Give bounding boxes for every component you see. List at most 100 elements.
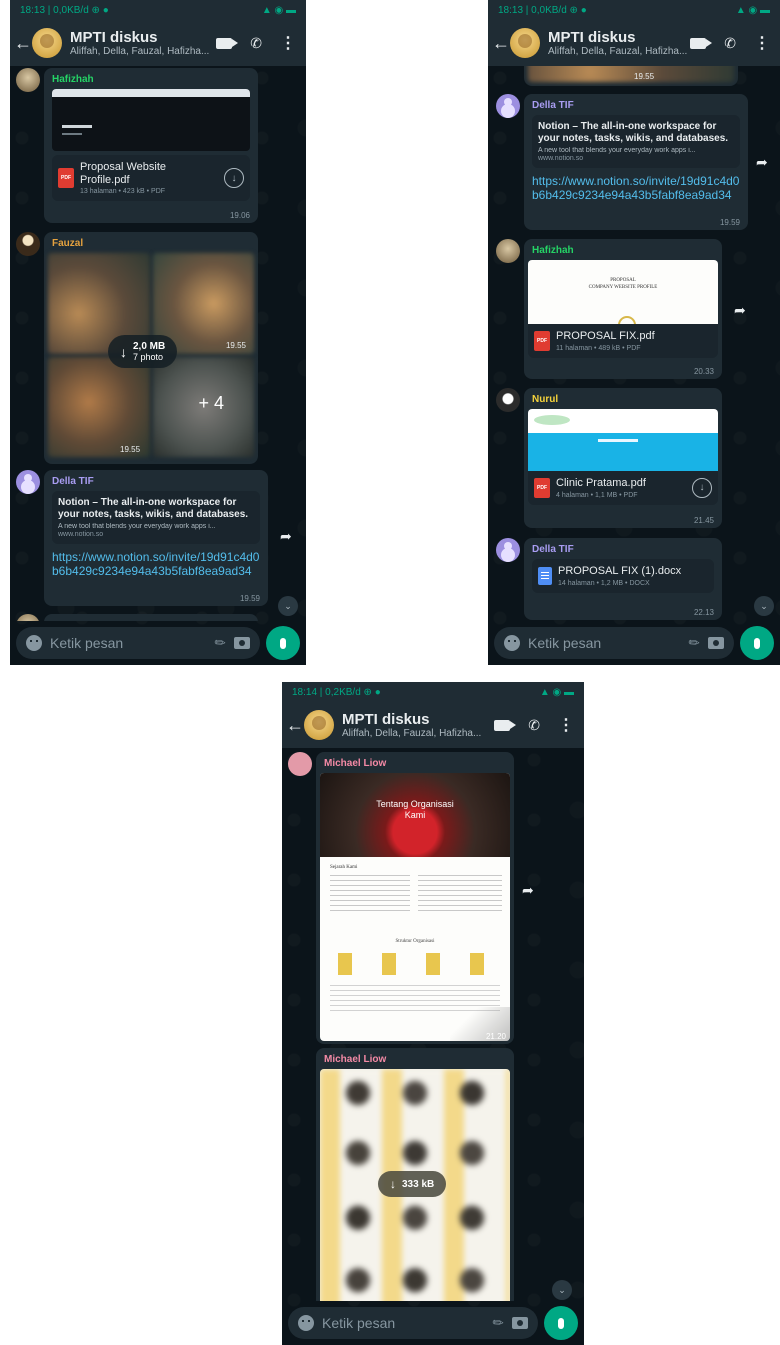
back-arrow-icon[interactable]: ← xyxy=(286,715,304,736)
input-placeholder[interactable]: Ketik pesan xyxy=(322,1315,485,1331)
message-bubble-della-doc[interactable]: Della TIF PROPOSAL FIX (1).docx 14 halam… xyxy=(524,538,722,620)
message-time: 22.13 xyxy=(693,608,714,617)
scroll-down-icon[interactable]: ⌄ xyxy=(278,596,298,616)
sender-name: Fauzal xyxy=(52,238,84,249)
message-list[interactable]: 19.55 Della TIF Notion – The all-in-one … xyxy=(488,66,780,621)
message-bubble-partial[interactable] xyxy=(44,614,258,621)
avatar[interactable] xyxy=(496,388,520,412)
message-list[interactable]: Hafizhah PDF Proposal Website Profile.pd… xyxy=(10,66,306,621)
download-icon[interactable]: ↓ xyxy=(692,477,712,498)
avatar[interactable] xyxy=(16,232,40,256)
avatar[interactable] xyxy=(288,752,312,776)
back-arrow-icon[interactable]: ← xyxy=(492,33,510,54)
video-call-icon[interactable] xyxy=(690,37,713,49)
emoji-icon[interactable] xyxy=(26,635,42,651)
mic-button[interactable] xyxy=(740,626,774,660)
message-bubble-fauzal[interactable]: Fauzal + 4 19.55 19.55 ↓ 2,0 MB 7 photo xyxy=(44,232,258,464)
avatar[interactable] xyxy=(496,538,520,562)
attach-icon[interactable]: ✎ xyxy=(685,633,704,652)
camera-icon[interactable] xyxy=(708,637,724,649)
download-pill[interactable]: ↓ 333 kB xyxy=(378,1171,447,1197)
camera-icon[interactable] xyxy=(512,1317,528,1329)
photo-thumbnail[interactable] xyxy=(528,66,734,82)
avatar[interactable] xyxy=(16,614,40,621)
message-bubble-della[interactable]: Della TIF Notion – The all-in-one worksp… xyxy=(524,94,748,230)
input-placeholder[interactable]: Ketik pesan xyxy=(528,635,681,651)
avatar[interactable] xyxy=(496,239,520,263)
chat-titles[interactable]: MPTI diskus Aliffah, Della, Fauzal, Hafi… xyxy=(70,29,216,57)
camera-icon[interactable] xyxy=(234,637,250,649)
input-bar: Ketik pesan ✎ xyxy=(10,621,306,665)
message-bubble-michael-image[interactable]: Michael Liow ↓ 333 kB xyxy=(316,1048,514,1301)
message-input[interactable]: Ketik pesan ✎ xyxy=(16,627,260,659)
hero-text: Tentang Organisasi Kami xyxy=(376,799,454,820)
avatar[interactable] xyxy=(16,470,40,494)
phone-call-icon[interactable]: ✆ xyxy=(250,35,262,52)
avatar[interactable] xyxy=(16,68,40,92)
avatar[interactable] xyxy=(496,94,520,118)
chat-title: MPTI diskus xyxy=(548,29,636,46)
message-list[interactable]: Michael Liow Tentang Organisasi Kami Sej… xyxy=(282,748,584,1301)
message-time: 21.45 xyxy=(693,516,714,525)
document-preview[interactable]: PROPOSAL COMPANY WEBSITE PROFILE xyxy=(528,260,718,324)
document-card[interactable]: PROPOSAL FIX (1).docx 14 halaman • 1,2 M… xyxy=(532,559,714,593)
download-icon[interactable]: ↓ xyxy=(224,168,244,189)
message-link[interactable]: https://www.notion.so/invite/19d91c4d0b6… xyxy=(532,174,740,203)
photo-album[interactable]: + 4 19.55 19.55 ↓ 2,0 MB 7 photo xyxy=(48,253,254,457)
mic-button[interactable] xyxy=(266,626,300,660)
link-preview[interactable]: Notion – The all-in-one workspace for yo… xyxy=(532,115,740,168)
message-bubble-della[interactable]: Della TIF Notion – The all-in-one worksp… xyxy=(44,470,268,606)
document-preview[interactable] xyxy=(52,89,250,151)
website-screenshot[interactable]: Tentang Organisasi Kami Sejarah Kami Str… xyxy=(320,773,510,1041)
sender-name: Della TIF xyxy=(532,100,574,111)
status-icons: ▲ ◉ ▬ xyxy=(735,4,770,16)
group-avatar[interactable] xyxy=(32,28,62,58)
attach-icon[interactable]: ✎ xyxy=(489,1313,508,1332)
message-input[interactable]: Ketik pesan ✎ xyxy=(494,627,734,659)
forward-icon[interactable]: ➦ xyxy=(734,302,746,319)
forward-icon[interactable]: ➦ xyxy=(756,154,768,171)
document-card[interactable]: PDF PROPOSAL FIX.pdf 11 halaman • 489 kB… xyxy=(528,324,718,358)
phone-call-icon[interactable]: ✆ xyxy=(528,717,540,734)
group-avatar[interactable] xyxy=(304,710,334,740)
back-arrow-icon[interactable]: ← xyxy=(14,33,32,54)
chat-titles[interactable]: MPTI diskus Aliffah, Della, Fauzal, Hafi… xyxy=(342,711,494,739)
blurred-image[interactable]: ↓ 333 kB xyxy=(320,1069,510,1301)
download-pill[interactable]: ↓ 2,0 MB 7 photo xyxy=(108,335,178,368)
emoji-icon[interactable] xyxy=(298,1315,314,1331)
input-bar: Ketik pesan ✎ xyxy=(282,1301,584,1345)
message-link[interactable]: https://www.notion.so/invite/19d91c4d0b6… xyxy=(52,550,260,579)
group-avatar[interactable] xyxy=(510,28,540,58)
link-preview[interactable]: Notion – The all-in-one workspace for yo… xyxy=(52,491,260,544)
message-input[interactable]: Ketik pesan ✎ xyxy=(288,1307,538,1339)
more-options-icon[interactable]: ⋮ xyxy=(754,33,770,53)
document-preview[interactable] xyxy=(528,409,718,471)
message-bubble-michael[interactable]: Michael Liow Tentang Organisasi Kami Sej… xyxy=(316,752,514,1044)
mic-button[interactable] xyxy=(544,1306,578,1340)
input-placeholder[interactable]: Ketik pesan xyxy=(50,635,207,651)
chat-titles[interactable]: MPTI diskus Aliffah, Della, Fauzal, Hafi… xyxy=(548,29,690,57)
video-call-icon[interactable] xyxy=(494,719,517,731)
team-title: Struktur Organisasi xyxy=(395,939,435,944)
more-options-icon[interactable]: ⋮ xyxy=(280,33,296,53)
forward-icon[interactable]: ➦ xyxy=(522,882,534,899)
document-card[interactable]: PDF Clinic Pratama.pdf 4 halaman • 1,1 M… xyxy=(528,471,718,505)
message-bubble-partial[interactable]: 19.55 xyxy=(524,66,738,86)
message-bubble-nurul[interactable]: Nurul PDF Clinic Pratama.pdf 4 halaman •… xyxy=(524,388,722,528)
phone-call-icon[interactable]: ✆ xyxy=(724,35,736,52)
forward-icon[interactable]: ➦ xyxy=(280,528,292,545)
more-options-icon[interactable]: ⋮ xyxy=(558,715,574,735)
emoji-icon[interactable] xyxy=(504,635,520,651)
message-bubble-hafizhah[interactable]: Hafizhah PROPOSAL COMPANY WEBSITE PROFIL… xyxy=(524,239,722,379)
more-photos-count: + 4 xyxy=(198,393,224,413)
photo-time: 19.55 xyxy=(634,72,655,81)
document-card[interactable]: PDF Proposal Website Profile.pdf 13 hala… xyxy=(52,155,250,202)
message-bubble-hafizhah[interactable]: Hafizhah PDF Proposal Website Profile.pd… xyxy=(44,68,258,223)
status-icons: ▲ ◉ ▬ xyxy=(539,686,574,698)
preview-title: PROPOSAL xyxy=(610,278,636,283)
scroll-down-icon[interactable]: ⌄ xyxy=(754,596,774,616)
scroll-down-icon[interactable]: ⌄ xyxy=(552,1280,572,1300)
attach-icon[interactable]: ✎ xyxy=(211,633,230,652)
photo-thumbnail[interactable] xyxy=(48,356,150,457)
video-call-icon[interactable] xyxy=(216,37,239,49)
